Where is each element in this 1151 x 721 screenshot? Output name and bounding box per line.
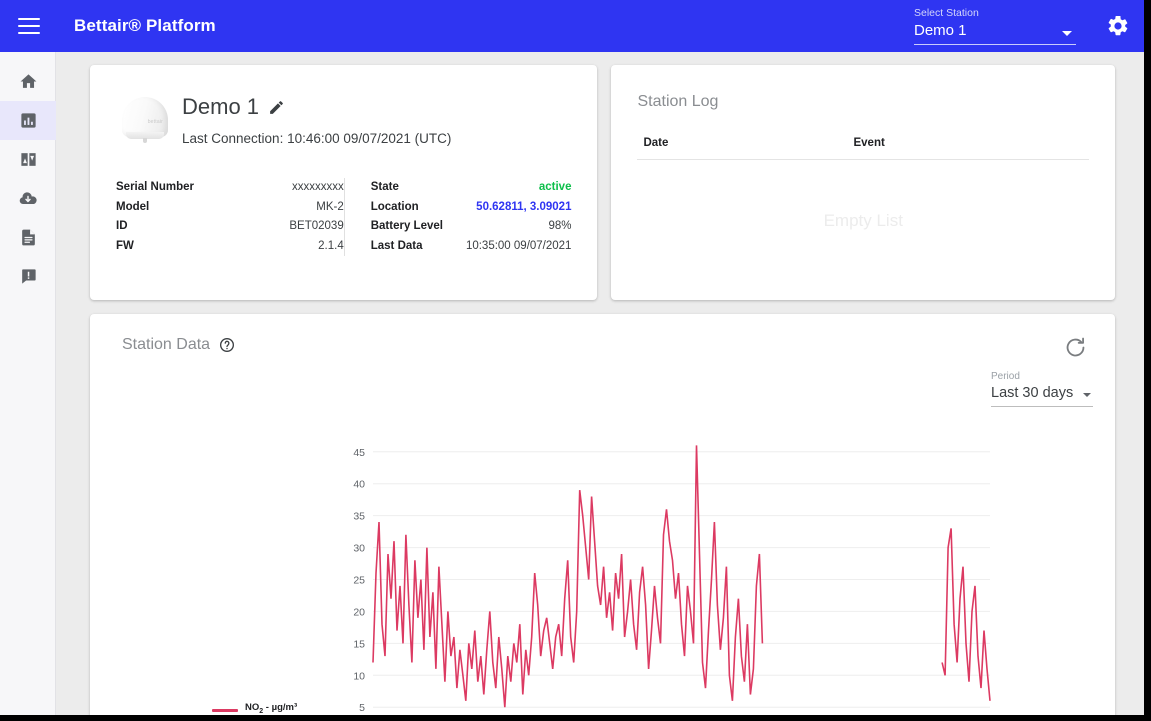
spec-key: Battery Level (370, 220, 443, 232)
sidebar-item-dashboard[interactable] (0, 101, 56, 140)
station-log-title: Station Log (637, 93, 719, 110)
column-header-date: Date (643, 137, 669, 149)
legend-color-swatch (212, 708, 238, 712)
spec-key: State (370, 181, 399, 193)
spec-value: 2.1.4 (318, 239, 344, 252)
legend-label: NO2 - µg/m³ (245, 702, 298, 715)
sidebar-item-download[interactable] (0, 179, 56, 218)
spec-row: Last Data 10:35:00 09/07/2021 (371, 237, 572, 257)
station-data-header: Station Data (122, 336, 1089, 354)
spec-key: Serial Number (116, 181, 194, 193)
sidebar-item-reports[interactable] (0, 218, 56, 257)
legend-item[interactable]: O3 - µg/m³ (212, 717, 324, 720)
spec-value: BET02039 (289, 220, 344, 232)
top-bar-right: Select Station Demo 1 (914, 7, 1144, 45)
sidebar-item-compare[interactable] (0, 140, 56, 179)
top-bar: Bettair® Platform Select Station Demo 1 (0, 0, 1144, 52)
app-brand-title: Bettair® Platform (74, 16, 216, 35)
empty-list-message: Empty List (823, 211, 903, 230)
y-axis-tick-label: 5 (359, 702, 365, 714)
y-axis-tick-label: 20 (353, 606, 365, 618)
series-line-no2 (372, 445, 991, 708)
pencil-icon[interactable] (268, 99, 285, 116)
sidebar (0, 52, 56, 715)
spec-value: 98% (548, 220, 572, 232)
y-axis-tick-label: 35 (353, 511, 365, 523)
spec-row: Serial Number xxxxxxxxx (116, 178, 344, 198)
gear-icon[interactable] (1106, 14, 1130, 38)
last-connection: Last Connection: 10:46:00 09/07/2021 (UT… (182, 131, 452, 146)
refresh-icon[interactable] (1064, 336, 1087, 359)
spec-key: ID (116, 220, 128, 232)
spec-value: 10:35:00 09/07/2021 (465, 239, 572, 252)
chevron-down-icon (1083, 393, 1091, 397)
spec-value: xxxxxxxxx (291, 181, 344, 193)
specs-left-column: Serial Number xxxxxxxxx Model MK-2 ID BE… (116, 178, 344, 256)
spec-row: ID BET02039 (116, 217, 344, 237)
period-value: Last 30 days (991, 385, 1074, 401)
location-link[interactable]: 50.62811, 3.09021 (476, 198, 571, 218)
station-data-card: Station Data Period Last 30 days NO2 - µ… (90, 314, 1115, 720)
station-header: bettair Demo 1 Last Connection: 10:46:00… (116, 91, 571, 148)
station-info-card: bettair Demo 1 Last Connection: 10:46:00… (90, 65, 598, 300)
period-select[interactable]: Period Last 30 days (991, 370, 1093, 407)
main-content: bettair Demo 1 Last Connection: 10:46:00… (56, 52, 1144, 720)
station-title-block: Demo 1 Last Connection: 10:46:00 09/07/2… (176, 91, 451, 148)
chart-plot-area: 45 40 35 30 25 20 15 10 5 (90, 432, 1115, 715)
chart-legend: NO2 - µg/m³O3 - µg/m³NO - µg/m³CO - mg/m… (212, 702, 324, 720)
spec-key: Model (116, 200, 150, 213)
status-badge: active (538, 181, 572, 193)
column-header-event: Event (853, 137, 885, 149)
hamburger-icon[interactable] (18, 18, 40, 34)
y-axis-tick-label: 25 (353, 575, 365, 587)
legend-item[interactable]: NO2 - µg/m³ (212, 702, 324, 715)
sensor-dome-image: bettair (116, 91, 176, 143)
station-select[interactable]: Select Station Demo 1 (914, 7, 1076, 45)
top-cards-row: bettair Demo 1 Last Connection: 10:46:00… (90, 65, 1115, 300)
station-log-card: Station Log Date Event Empty List (611, 65, 1115, 300)
specs-right-column: State active Location 50.62811, 3.09021 … (343, 178, 572, 257)
y-axis-tick-label: 40 (353, 479, 365, 491)
app-root: Bettair® Platform Select Station Demo 1 (0, 0, 1151, 721)
device-brand-mark: bettair (147, 119, 163, 125)
spec-row: FW 2.1.4 (116, 237, 344, 257)
spec-key: Location (370, 200, 419, 213)
y-axis-tick-label: 10 (353, 670, 365, 682)
station-select-label: Select Station (914, 7, 979, 19)
station-specs: Serial Number xxxxxxxxx Model MK-2 ID BE… (116, 178, 571, 256)
y-axis-tick-label: 45 (353, 447, 365, 459)
spec-row: Model MK-2 (116, 198, 344, 218)
y-axis-tick-label: 15 (353, 638, 365, 650)
station-select-value: Demo 1 (914, 22, 967, 39)
sidebar-item-home[interactable] (0, 62, 56, 101)
legend-label: O3 - µg/m³ (245, 716, 289, 720)
period-label: Period (991, 371, 1020, 382)
no2-time-series-chart: 45 40 35 30 25 20 15 10 5 (353, 445, 991, 714)
station-data-title: Station Data (122, 336, 211, 353)
spec-value: MK-2 (316, 200, 344, 213)
y-axis-tick-label: 30 (353, 543, 365, 555)
sidebar-item-alerts[interactable] (0, 257, 56, 296)
station-log-table-header: Date Event (637, 137, 1089, 160)
spec-key: Last Data (370, 239, 423, 252)
spec-row: Battery Level 98% (371, 217, 572, 237)
help-circle-icon[interactable] (219, 337, 235, 353)
spec-row: State active (371, 178, 572, 198)
chevron-down-icon (1062, 31, 1072, 36)
spec-row: Location 50.62811, 3.09021 (371, 198, 572, 218)
spec-key: FW (116, 239, 134, 252)
station-name: Demo 1 (182, 94, 260, 119)
